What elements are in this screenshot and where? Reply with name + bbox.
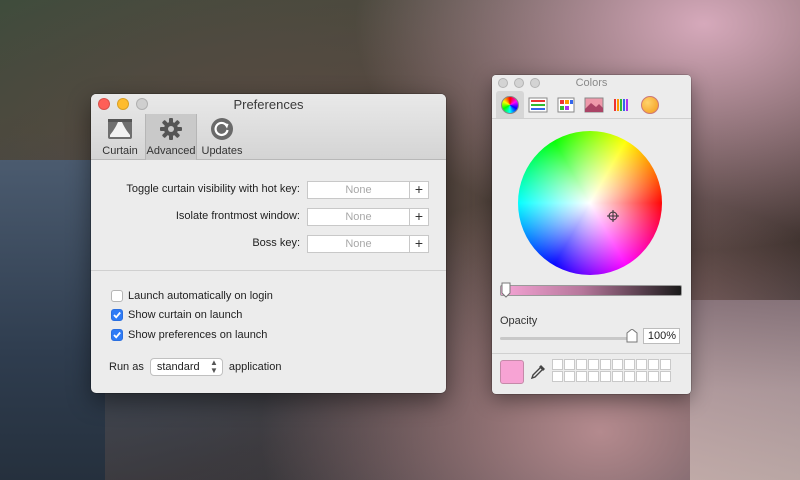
empty-swatch[interactable] [648,359,659,370]
tab-advanced[interactable]: Advanced [145,114,197,160]
panel-divider [492,353,691,354]
preferences-toolbar: Curtain Advanced Updates [95,114,247,160]
empty-swatch[interactable] [636,359,647,370]
empty-swatch[interactable] [612,359,623,370]
panel-title: Colors [575,77,608,89]
checkbox-label: Launch automatically on login [128,290,273,302]
empty-swatch[interactable] [660,359,671,370]
hotkey-label: Boss key: [252,237,300,249]
empty-swatch[interactable] [588,359,599,370]
empty-swatch[interactable] [612,371,623,382]
empty-swatch[interactable] [624,359,635,370]
checkbox-show-preferences[interactable]: Show preferences on launch [111,328,267,342]
checkbox-show-curtain[interactable]: Show curtain on launch [111,308,242,322]
empty-swatch[interactable] [552,371,563,382]
brightness-slider-knob[interactable] [501,282,511,298]
desktop-background-sea [0,160,105,480]
colors-panel: Colors Opacity 100% [492,75,691,394]
empty-swatch[interactable] [624,371,635,382]
color-wheel[interactable] [518,131,662,275]
tab-updates[interactable]: Updates [197,114,247,160]
crayons-icon[interactable] [636,91,664,118]
opacity-slider-knob[interactable] [626,329,638,343]
window-title: Preferences [233,97,304,112]
color-wheel-icon[interactable] [496,91,524,118]
run-as-prefix: Run as [109,361,144,373]
gear-icon [158,116,184,142]
desktop-background-shore [690,300,800,480]
opacity-slider-track[interactable] [500,337,634,340]
empty-swatch[interactable] [600,371,611,382]
opacity-label: Opacity [500,315,538,327]
brightness-slider[interactable] [500,282,682,298]
checkbox-label: Show curtain on launch [128,309,243,321]
hotkey-row-isolate-window: Isolate frontmost window: None + [91,208,446,226]
hotkey-field-isolate-window[interactable]: None [307,208,410,226]
empty-swatch[interactable] [648,371,659,382]
tab-updates-label: Updates [201,145,243,157]
hotkey-label: Toggle curtain visibility with hot key: [126,183,300,195]
tab-curtain-label: Curtain [102,145,138,157]
hotkey-row-boss-key: Boss key: None + [91,235,446,253]
eyedropper-icon[interactable] [529,363,547,381]
empty-swatch[interactable] [600,359,611,370]
preferences-titlebar: Preferences Curtain Advanced Updates [91,94,446,160]
add-hotkey-button[interactable]: + [410,208,429,226]
updown-chevron-icon: ▲ ▼ [209,358,218,375]
tab-curtain[interactable]: Curtain [95,114,145,160]
checkbox-box[interactable] [111,309,123,321]
hotkey-row-toggle-curtain: Toggle curtain visibility with hot key: … [91,181,446,199]
empty-swatch[interactable] [636,371,647,382]
preferences-window: Preferences Curtain Advanced Updates Tog… [91,94,446,393]
add-hotkey-button[interactable]: + [410,235,429,253]
checkmark-icon [113,311,121,319]
checkbox-box[interactable] [111,329,123,341]
empty-swatch[interactable] [564,371,575,382]
pencils-icon[interactable] [608,91,636,118]
section-divider [91,270,446,271]
hotkey-field-toggle-curtain[interactable]: None [307,181,410,199]
run-as-suffix: application [228,361,282,373]
hotkey-label: Isolate frontmost window: [175,210,300,222]
wheel-crosshair-icon[interactable] [607,210,619,222]
run-as-popup[interactable]: standard ▲ ▼ [149,358,223,376]
curtain-icon [107,116,133,142]
color-swatch-grid [552,359,671,382]
empty-swatch[interactable] [588,371,599,382]
checkbox-box[interactable] [111,290,123,302]
hotkey-field-boss-key[interactable]: None [307,235,410,253]
checkbox-launch-on-login[interactable]: Launch automatically on login [111,289,273,303]
tab-advanced-label: Advanced [146,145,196,157]
sliders-icon[interactable] [524,91,552,118]
current-color-swatch[interactable] [500,360,524,384]
empty-swatch[interactable] [660,371,671,382]
empty-swatch[interactable] [564,359,575,370]
refresh-icon [209,116,235,142]
colors-titlebar: Colors [492,75,691,119]
empty-swatch[interactable] [576,359,587,370]
empty-swatch[interactable] [576,371,587,382]
checkmark-icon [113,331,121,339]
empty-swatch[interactable] [552,359,563,370]
checkbox-label: Show preferences on launch [128,329,268,341]
image-palettes-icon[interactable] [580,91,608,118]
opacity-field[interactable]: 100% [643,328,680,344]
palettes-icon[interactable] [552,91,580,118]
add-hotkey-button[interactable]: + [410,181,429,199]
run-as-row: Run as standard ▲ ▼ application [109,358,281,376]
color-mode-tabs [496,91,664,118]
run-as-selected: standard [156,361,200,373]
